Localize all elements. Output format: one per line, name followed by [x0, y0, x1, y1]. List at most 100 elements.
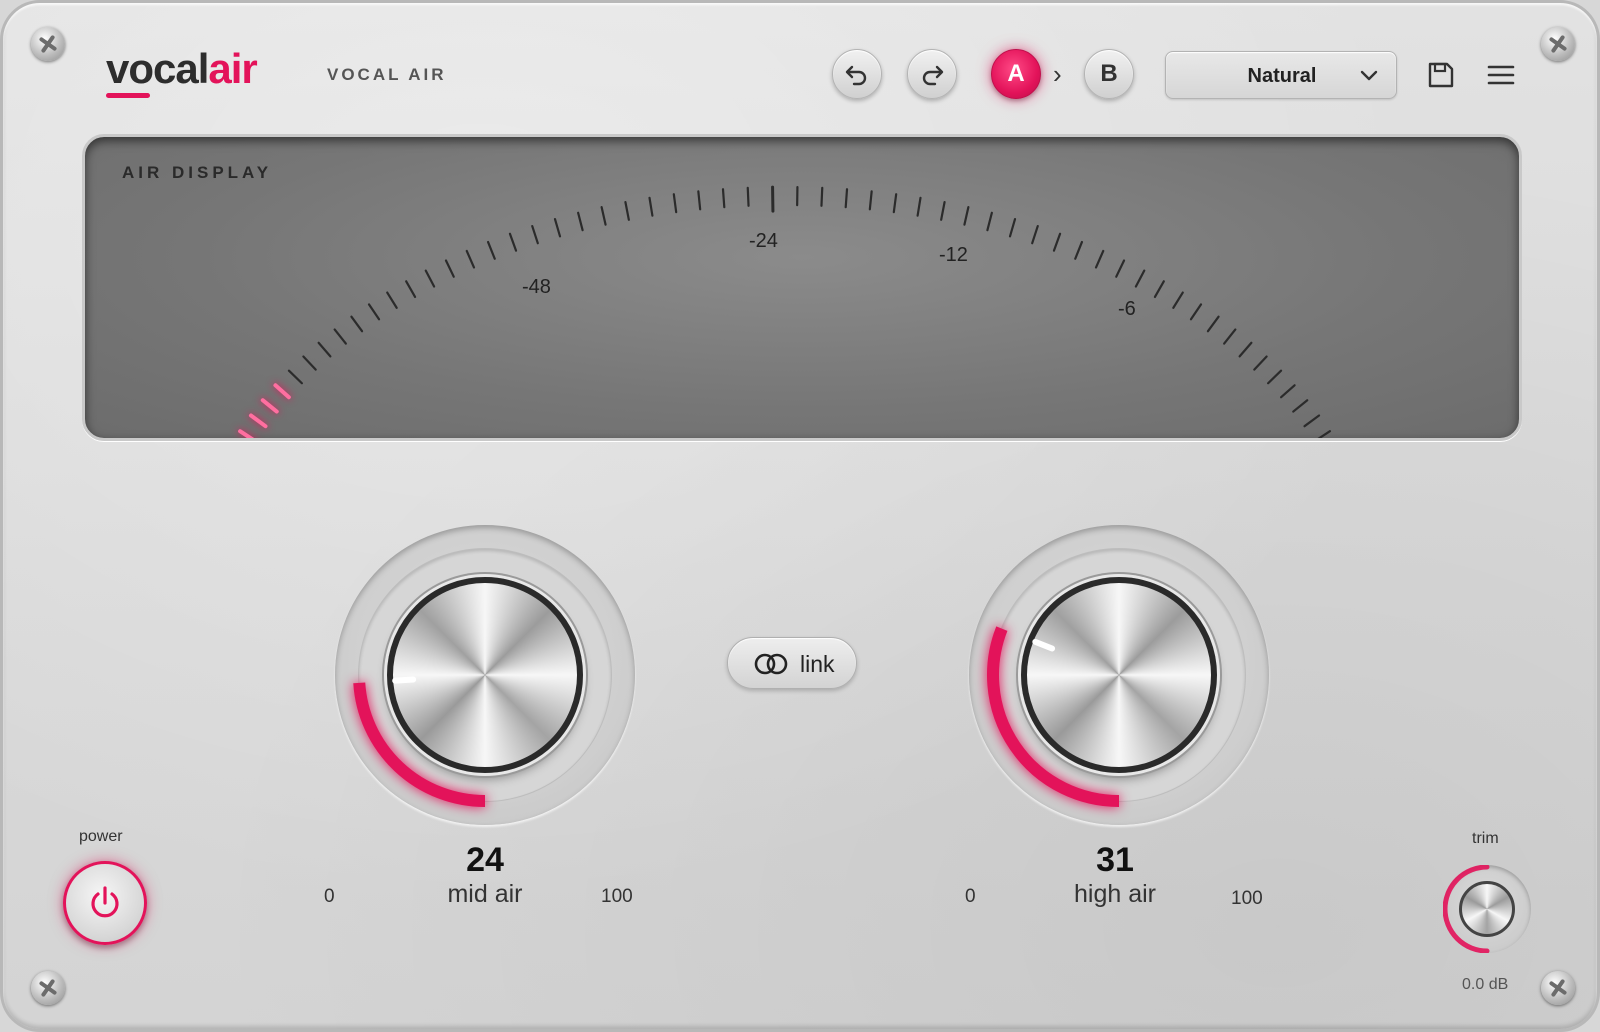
- screw-icon: [1541, 971, 1575, 1005]
- meter-tick-active: [238, 429, 255, 438]
- screw-icon: [31, 27, 65, 61]
- meter-tick: [1292, 399, 1309, 413]
- power-button[interactable]: [63, 861, 147, 945]
- meter-tick: [424, 269, 436, 288]
- meter-tick: [1317, 430, 1332, 438]
- meter-tick: [350, 315, 364, 333]
- meter-scale: -48 -24 -12 -6: [238, 185, 1332, 438]
- meter-tick: [986, 211, 993, 232]
- meter-tick: [600, 205, 607, 226]
- power-icon: [91, 886, 119, 918]
- mid-air-knob[interactable]: [335, 525, 635, 825]
- meter-tick: [916, 196, 922, 217]
- meter-tick: [302, 355, 317, 371]
- trim-label: trim: [1472, 830, 1499, 847]
- meter-tick: [287, 369, 303, 385]
- screw-icon: [31, 971, 65, 1005]
- meter-tick: [531, 224, 539, 245]
- meter-tick: [386, 291, 398, 309]
- meter-label: -24: [749, 230, 778, 252]
- menu-button[interactable]: [1483, 57, 1519, 93]
- meter-tick: [1008, 217, 1017, 238]
- save-icon: [1428, 62, 1454, 88]
- trim-knob[interactable]: [1443, 865, 1531, 953]
- plugin-panel: vocalair VOCAL AIR A › B Natural AIR DIS…: [0, 0, 1600, 1032]
- redo-button[interactable]: [907, 49, 957, 99]
- meter-tick: [1238, 341, 1253, 358]
- meter-tick: [577, 211, 584, 232]
- meter-tick-active: [273, 383, 291, 400]
- meter-tick: [465, 249, 476, 269]
- meter-tick: [1172, 291, 1184, 309]
- meter-tick: [1094, 249, 1105, 269]
- knob-pointer: [1032, 638, 1056, 652]
- knob-pointer-mark: [392, 676, 417, 684]
- meter-tick: [1303, 414, 1321, 428]
- meter-tick: [1052, 232, 1062, 252]
- knob-pointer-mark: [1032, 638, 1056, 652]
- meter-tick: [1189, 303, 1203, 321]
- link-button[interactable]: link: [727, 637, 857, 689]
- meter-tick: [1074, 240, 1084, 260]
- meter-tick: [746, 186, 750, 207]
- high-air-max: 100: [1231, 888, 1263, 909]
- meter-tick: [721, 188, 726, 209]
- meter-label: -12: [939, 244, 968, 266]
- meter-tick: [1223, 328, 1237, 345]
- logo: vocalair: [106, 45, 258, 92]
- meter-tick: [405, 280, 417, 299]
- high-air-min: 0: [965, 886, 976, 907]
- mid-air-label: mid air: [447, 880, 523, 908]
- ab-b-button[interactable]: B: [1084, 49, 1134, 99]
- meter-tick: [317, 341, 332, 358]
- power-label: power: [79, 828, 123, 845]
- meter-tick: [1134, 269, 1146, 288]
- link-label: link: [800, 651, 835, 677]
- chevron-down-icon: [1360, 70, 1378, 81]
- meter-tick: [553, 217, 562, 238]
- meter-tick: [868, 190, 873, 211]
- meter-tick: [672, 193, 678, 214]
- meter-tick-active: [248, 413, 268, 429]
- plugin-subtitle: VOCAL AIR: [327, 65, 447, 84]
- meter-tick: [648, 196, 654, 217]
- air-display: AIR DISPLAY -48 -24 -12 -6: [82, 134, 1522, 441]
- mid-air-min: 0: [324, 886, 335, 907]
- meter-tick: [444, 259, 455, 278]
- meter-tick: [963, 205, 970, 226]
- meter-tick: [1267, 369, 1283, 385]
- meter-tick: [892, 193, 898, 214]
- meter-tick: [486, 240, 496, 260]
- ab-copy-arrow[interactable]: ›: [1053, 59, 1062, 90]
- meter-tick: [624, 201, 630, 221]
- redo-icon: [922, 65, 944, 86]
- meter-tick: [367, 303, 381, 321]
- link-icon: [754, 653, 788, 675]
- meter-tick-active: [260, 398, 279, 414]
- logo-underline: [106, 93, 150, 98]
- trim-value: 0.0 dB: [1462, 976, 1509, 993]
- menu-icon: [1487, 65, 1515, 85]
- meter-tick: [1280, 384, 1296, 399]
- meter-tick: [820, 186, 824, 207]
- trim-knob-cap: [1459, 881, 1515, 937]
- meter-tick: [1253, 355, 1268, 371]
- screw-icon: [1541, 27, 1575, 61]
- undo-button[interactable]: [832, 49, 882, 99]
- save-button[interactable]: [1423, 57, 1459, 93]
- meter-label: -6: [1118, 298, 1136, 320]
- meter-tick: [1031, 224, 1039, 245]
- meter-tick: [1206, 315, 1220, 333]
- meter-tick: [1153, 280, 1165, 299]
- mid-air-max: 100: [601, 886, 633, 907]
- knob-pointer: [392, 676, 417, 684]
- high-air-value: 31: [1096, 841, 1134, 879]
- meter-label: -48: [522, 276, 551, 298]
- mid-air-value: 24: [466, 841, 504, 879]
- preset-select[interactable]: Natural: [1165, 51, 1397, 99]
- meter-tick: [697, 190, 702, 211]
- meter-tick: [1115, 259, 1126, 278]
- meter-tick: [940, 201, 946, 221]
- ab-a-button[interactable]: A: [991, 49, 1041, 99]
- high-air-knob[interactable]: [969, 525, 1269, 825]
